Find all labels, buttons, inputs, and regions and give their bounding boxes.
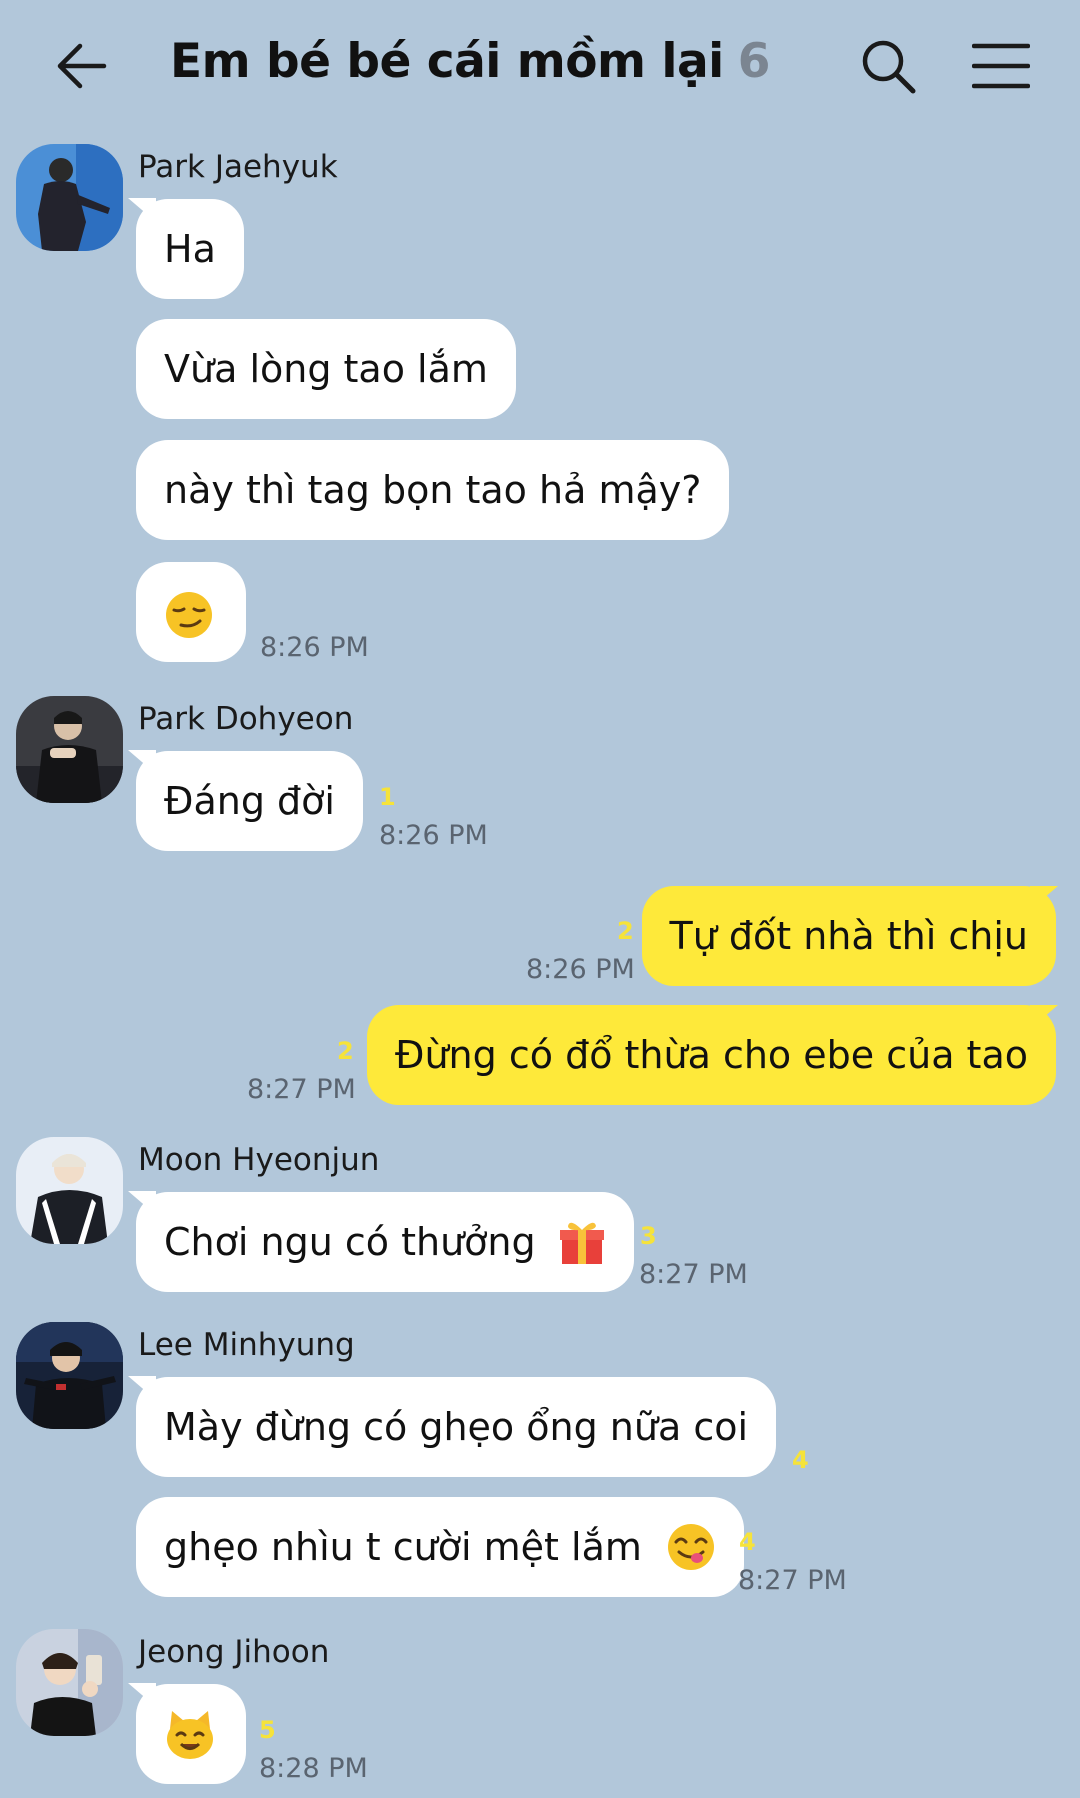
sender-name: Park Dohyeon — [138, 701, 354, 737]
sender-name: Jeong Jihoon — [138, 1634, 330, 1670]
yum-face-emoji — [667, 1523, 714, 1570]
message-bubble[interactable]: Chơi ngu có thưởng — [136, 1192, 634, 1292]
unread-count: 4 — [739, 1528, 756, 1556]
message-bubble[interactable]: này thì tag bọn tao hả mậy? — [136, 440, 730, 540]
avatar-park-dohyeon[interactable] — [16, 696, 123, 803]
smirk-emoji — [166, 592, 212, 638]
timestamp: 8:26 PM — [260, 632, 369, 663]
message-bubble-outgoing[interactable]: Đừng có đổ thừa cho ebe của tao — [367, 1005, 1056, 1105]
message-bubble[interactable]: ghẹo nhìu t cười mệt lắm — [136, 1497, 744, 1597]
chat-header: Em bé bé cái mồm lại 6 — [0, 0, 1080, 130]
unread-count: 3 — [640, 1222, 657, 1250]
message-text: ghẹo nhìu t cười mệt lắm — [164, 1525, 642, 1569]
timestamp: 8:28 PM — [259, 1753, 368, 1784]
member-count: 6 — [737, 34, 771, 89]
message-bubble[interactable]: Vừa lòng tao lắm — [136, 319, 516, 419]
message-bubble-emoji[interactable] — [136, 562, 246, 662]
timestamp: 8:26 PM — [526, 954, 635, 985]
message-bubble-outgoing[interactable]: Tự đốt nhà thì chịu — [641, 886, 1056, 986]
unread-count: 2 — [337, 1037, 354, 1065]
gift-emoji — [559, 1222, 604, 1264]
cat-face-emoji — [167, 1711, 213, 1759]
unread-count: 2 — [617, 917, 634, 945]
avatar-moon-hyeonjun[interactable] — [16, 1137, 123, 1244]
sender-name: Lee Minhyung — [138, 1327, 355, 1363]
unread-count: 5 — [259, 1716, 276, 1744]
hamburger-menu-icon[interactable] — [972, 40, 1030, 92]
message-bubble-emoji[interactable] — [136, 1684, 246, 1784]
arrow-left-icon[interactable] — [54, 38, 110, 94]
message-bubble[interactable]: Mày đừng có ghẹo ổng nữa coi — [136, 1377, 777, 1477]
message-text: Chơi ngu có thưởng — [164, 1220, 536, 1264]
message-bubble[interactable]: Ha — [136, 199, 244, 299]
timestamp: 8:26 PM — [379, 820, 488, 851]
unread-count: 4 — [792, 1446, 809, 1474]
avatar-jeong-jihoon[interactable] — [16, 1629, 123, 1736]
avatar-park-jaehyuk[interactable] — [16, 144, 123, 251]
search-icon[interactable] — [858, 36, 918, 96]
timestamp: 8:27 PM — [738, 1565, 847, 1596]
chat-title: Em bé bé cái mồm lại 6 — [170, 34, 771, 89]
message-bubble[interactable]: Đáng đời — [136, 751, 363, 851]
avatar-lee-minhyung[interactable] — [16, 1322, 123, 1429]
sender-name: Park Jaehyuk — [138, 149, 338, 185]
chat-title-text: Em bé bé cái mồm lại — [170, 34, 724, 89]
timestamp: 8:27 PM — [247, 1074, 356, 1105]
timestamp: 8:27 PM — [639, 1259, 748, 1290]
unread-count: 1 — [379, 783, 396, 811]
sender-name: Moon Hyeonjun — [138, 1142, 380, 1178]
